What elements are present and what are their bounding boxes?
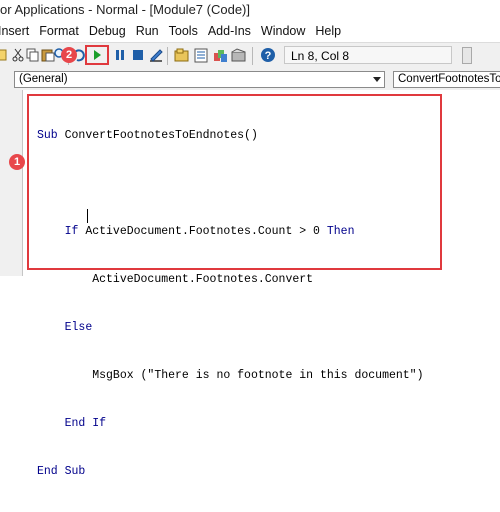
code-keyword: Then	[326, 225, 355, 238]
window-title: or Applications - Normal - [Module7 (Cod…	[0, 2, 250, 17]
menu-help[interactable]: Help	[310, 24, 346, 38]
code-line: End If	[37, 416, 423, 432]
help-icon[interactable]: ?	[260, 47, 276, 63]
object-browser-icon[interactable]	[212, 47, 228, 63]
menu-tools[interactable]: Tools	[164, 24, 203, 38]
object-dropdown[interactable]: (General)	[14, 71, 385, 88]
toolbar-overflow-handle[interactable]	[462, 47, 472, 64]
run-button-highlight	[85, 45, 109, 65]
code-line: Else	[37, 320, 423, 336]
design-mode-icon[interactable]	[148, 47, 164, 63]
menu-window[interactable]: Window	[256, 24, 310, 38]
code-keyword: Else	[64, 321, 93, 334]
code-editor[interactable]: 1 Sub ConvertFootnotesToEndnotes() If Ac…	[0, 90, 500, 478]
insert-object-icon[interactable]	[0, 47, 10, 63]
procedure-dropdown[interactable]: ConvertFootnotesToEndnotes	[393, 71, 500, 88]
menu-bar: Insert Format Debug Run Tools Add-Ins Wi…	[0, 20, 500, 42]
code-line-3: ActiveDocument.Footnotes.Count > 0	[78, 225, 327, 238]
project-explorer-icon[interactable]	[173, 47, 189, 63]
code-line: MsgBox ("There is no footnote in this do…	[37, 368, 423, 384]
break-icon[interactable]	[112, 47, 128, 63]
title-bar: or Applications - Normal - [Module7 (Cod…	[0, 0, 500, 20]
step-1-badge: 1	[9, 154, 25, 170]
code-text[interactable]: Sub ConvertFootnotesToEndnotes() If Acti…	[37, 96, 423, 512]
toolbox-icon[interactable]	[230, 47, 246, 63]
cursor-position-indicator: Ln 8, Col 8	[284, 46, 452, 64]
code-line-1: ConvertFootnotesToEndnotes()	[57, 129, 258, 142]
properties-icon[interactable]	[193, 47, 209, 63]
code-line-4: ActiveDocument.Footnotes.Convert	[92, 273, 314, 286]
step-2-badge: 2	[61, 47, 77, 63]
code-keyword: End Sub	[37, 465, 86, 478]
code-line-6: MsgBox ("There is no footnote in this do…	[92, 369, 424, 382]
menu-insert[interactable]: Insert	[0, 24, 34, 38]
text-cursor	[87, 209, 88, 223]
chevron-down-icon[interactable]	[370, 73, 383, 86]
copy-icon[interactable]	[25, 47, 41, 63]
svg-text:?: ?	[265, 50, 272, 62]
code-combo-bar: (General) ConvertFootnotesToEndnotes	[0, 68, 500, 90]
code-keyword: End If	[64, 417, 107, 430]
code-keyword: If	[64, 225, 79, 238]
menu-format[interactable]: Format	[34, 24, 84, 38]
menu-run[interactable]: Run	[131, 24, 164, 38]
toolbar-separator	[252, 47, 253, 65]
code-line: ActiveDocument.Footnotes.Convert	[37, 272, 423, 288]
cut-icon[interactable]	[10, 47, 26, 63]
code-line: End Sub	[37, 464, 423, 480]
margin-indicator-bar	[0, 90, 23, 276]
code-line: Sub ConvertFootnotesToEndnotes()	[37, 128, 423, 144]
toolbar-separator	[167, 47, 168, 65]
menu-debug[interactable]: Debug	[84, 24, 131, 38]
procedure-dropdown-value: ConvertFootnotesToEndnotes	[398, 73, 500, 85]
object-dropdown-value: (General)	[19, 73, 68, 85]
reset-icon[interactable]	[130, 47, 146, 63]
code-line: If ActiveDocument.Footnotes.Count > 0 Th…	[37, 224, 423, 240]
menu-add-ins[interactable]: Add-Ins	[203, 24, 256, 38]
code-keyword: Sub	[37, 129, 58, 142]
